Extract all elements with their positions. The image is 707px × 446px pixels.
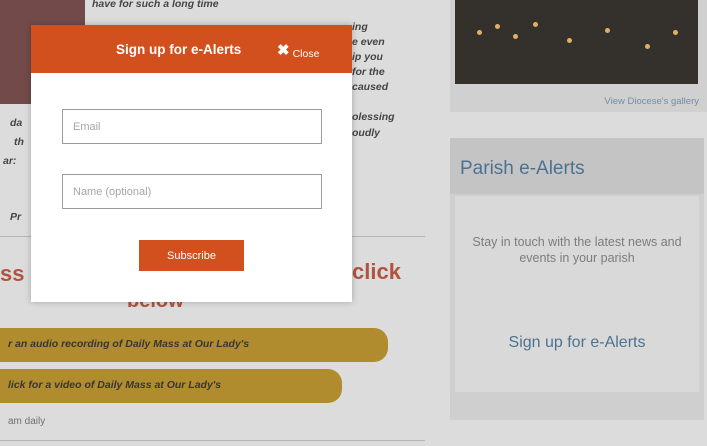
close-button[interactable]: ✖ Close <box>277 41 319 61</box>
name-field[interactable] <box>62 174 322 209</box>
close-icon[interactable]: ✖ <box>277 42 290 59</box>
modal-title: Sign up for e-Alerts <box>116 42 242 57</box>
subscribe-button[interactable]: Subscribe <box>139 240 244 271</box>
signup-modal: Sign up for e-Alerts ✖Close Subscribe <box>31 25 352 302</box>
modal-header: Sign up for e-Alerts ✖ Close <box>31 25 352 73</box>
email-field[interactable] <box>62 109 322 144</box>
close-label[interactable]: Close <box>293 48 320 60</box>
